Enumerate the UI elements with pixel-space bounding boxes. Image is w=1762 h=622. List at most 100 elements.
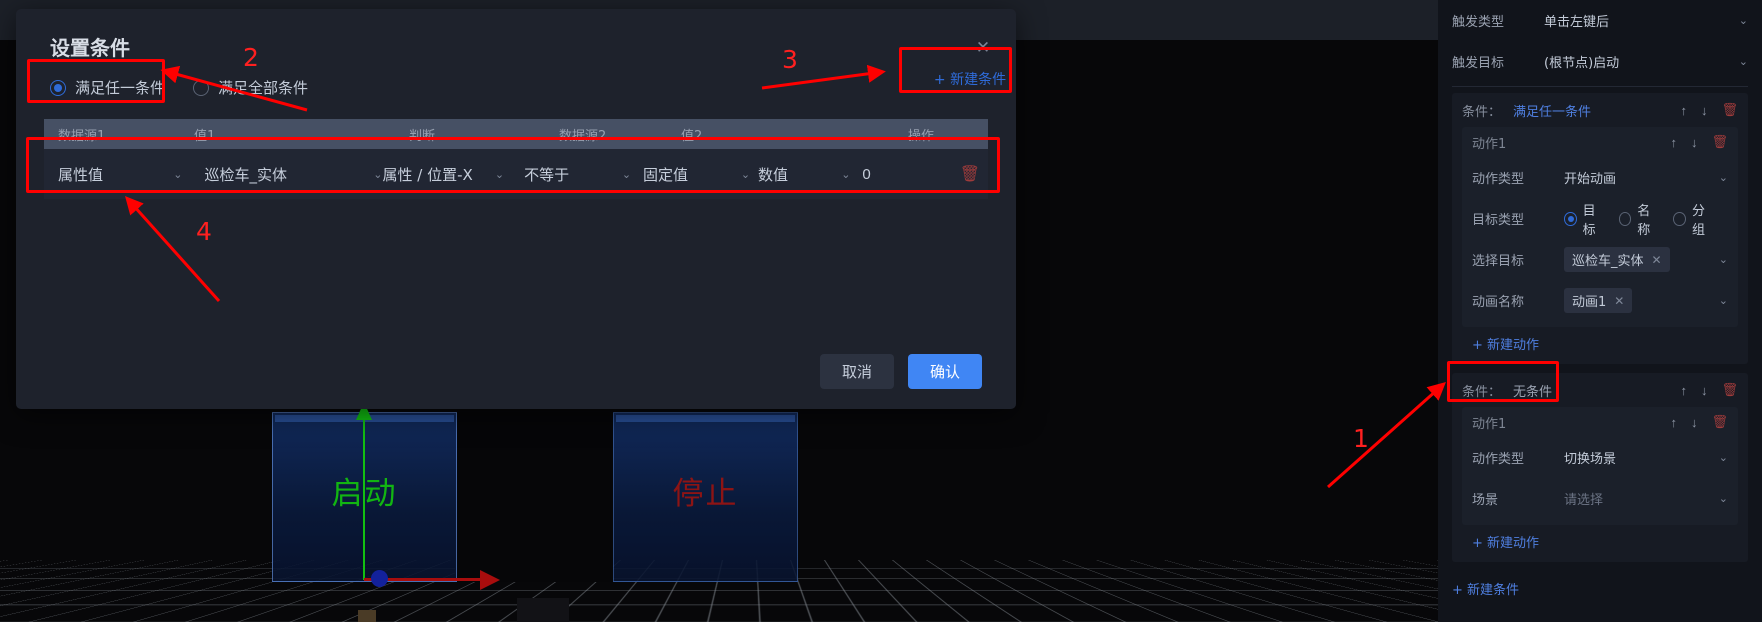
select-target-row: 选择目标 巡检车_实体 ✕ ⌄ (1472, 239, 1728, 280)
target-type-label: 目标类型 (1472, 213, 1525, 228)
action-header: 动作1 ↑ ↓ 🗑 (1472, 407, 1728, 437)
condition-value[interactable]: 满足任一条件 (1513, 101, 1591, 120)
confirm-button[interactable]: 确认 (907, 354, 982, 389)
select-source2[interactable]: 固定值 ⌄ (643, 164, 750, 185)
chevron-down-icon[interactable]: ⌄ (1719, 253, 1728, 266)
condition-header: 条件： 满足任一条件 ↑ ↓ 🗑 (1462, 93, 1738, 127)
select-value2-type-value: 数值 (758, 165, 789, 184)
column-header-source2: 数据源2 (559, 128, 607, 144)
close-icon[interactable]: ✕ (1652, 253, 1662, 267)
arrow-up-icon[interactable]: ↑ (1670, 135, 1677, 150)
set-condition-dialog: 设置条件 ✕ 满足任一条件 满足全部条件 + 新建条件 数据源1 值1 判断 数… (16, 9, 1016, 409)
animation-name-label: 动画名称 (1472, 295, 1525, 310)
arrow-up-icon[interactable]: ↑ (1680, 103, 1687, 118)
trash-icon[interactable]: 🗑 (1711, 134, 1728, 150)
action-title: 动作1 (1472, 136, 1507, 152)
add-action-button[interactable]: + 新建动作 (1462, 327, 1738, 360)
column-header-judge: 判断 (409, 128, 436, 144)
radio-name[interactable]: 名称 (1618, 200, 1661, 238)
select-judge-value: 不等于 (524, 165, 570, 184)
chevron-down-icon: ⌄ (173, 167, 183, 181)
arrow-up-icon[interactable]: ↑ (1670, 415, 1677, 430)
trigger-type-label: 触发类型 (1452, 15, 1505, 30)
radio-match-all-label: 满足全部条件 (218, 79, 309, 97)
cancel-button[interactable]: 取消 (819, 354, 894, 389)
target-tag-text: 巡检车_实体 (1572, 254, 1644, 269)
chevron-down-icon[interactable]: ⌄ (1719, 451, 1728, 464)
action-title: 动作1 (1472, 416, 1507, 432)
trigger-properties-panel: 触发类型 单击左键后 ⌄ 触发目标 (根节点)启动 ⌄ 条件： 满足任一条件 ↑… (1438, 0, 1762, 622)
app-root: 启动 停止 设置条件 ✕ 满足任一条件 满足全部条件 + 新建条件 数据源1 (0, 0, 1762, 622)
chevron-down-icon: ⌄ (740, 167, 751, 181)
action-type-value[interactable]: 切换场景 (1564, 448, 1719, 467)
condition-card-2: 条件： 无条件 ↑ ↓ 🗑 动作1 ↑ ↓ 🗑 动作类型 切换场景 ⌄ 场景 请… (1452, 373, 1748, 562)
scene-label: 场景 (1472, 493, 1499, 508)
scene-dark-wall (455, 412, 613, 582)
gizmo-origin-handle[interactable] (371, 570, 388, 587)
radio-dot-icon (1564, 211, 1577, 226)
dialog-title: 设置条件 (50, 36, 130, 60)
select-source1-value: 属性值 (58, 165, 104, 184)
new-condition-button[interactable]: + 新建条件 (922, 61, 1018, 97)
radio-target[interactable]: 目标 (1564, 200, 1606, 238)
select-attribute[interactable]: 属性 / 位置-X ⌄ (382, 164, 504, 185)
arrow-down-icon[interactable]: ↓ (1691, 415, 1698, 430)
scene-value[interactable]: 请选择 (1564, 489, 1719, 508)
select-target-label: 选择目标 (1472, 254, 1525, 269)
radio-group[interactable]: 分组 (1673, 200, 1715, 238)
action-card: 动作1 ↑ ↓ 🗑 动作类型 切换场景 ⌄ 场景 请选择 ⌄ (1462, 407, 1738, 525)
radio-match-all[interactable]: 满足全部条件 (193, 77, 308, 98)
action-type-row: 动作类型 开始动画 ⌄ (1472, 157, 1728, 198)
chevron-down-icon[interactable]: ⌄ (1719, 294, 1728, 307)
action-type-row: 动作类型 切换场景 ⌄ (1472, 437, 1728, 478)
add-action-button[interactable]: + 新建动作 (1462, 525, 1738, 558)
chevron-down-icon[interactable]: ⌄ (1719, 492, 1728, 505)
trigger-target-label: 触发目标 (1452, 56, 1505, 71)
arrow-down-icon[interactable]: ↓ (1701, 103, 1708, 118)
arrow-up-icon[interactable]: ↑ (1680, 383, 1687, 398)
condition-card-1: 条件： 满足任一条件 ↑ ↓ 🗑 动作1 ↑ ↓ 🗑 动作类型 开始动画 ⌄ 目… (1452, 93, 1748, 364)
select-judge[interactable]: 不等于 ⌄ (524, 164, 631, 185)
chevron-down-icon[interactable]: ⌄ (1739, 55, 1748, 68)
trash-icon[interactable]: 🗑 (1721, 382, 1738, 398)
gizmo-y-axis[interactable] (356, 402, 372, 580)
target-tag[interactable]: 巡检车_实体 ✕ (1564, 247, 1670, 272)
animation-tag[interactable]: 动画1 ✕ (1564, 288, 1633, 313)
arrow-down-icon[interactable]: ↓ (1701, 383, 1708, 398)
close-icon[interactable]: ✕ (972, 37, 994, 59)
trash-icon[interactable]: 🗑 (1721, 102, 1738, 118)
select-value1-value: 巡检车_实体 (204, 165, 288, 184)
scene-crate-small (358, 610, 376, 622)
add-condition-button[interactable]: + 新建条件 (1452, 571, 1748, 598)
chevron-down-icon: ⌄ (494, 167, 505, 181)
trigger-target-value[interactable]: (根节点)启动 (1544, 52, 1739, 71)
trigger-type-value[interactable]: 单击左键后 (1544, 11, 1739, 30)
condition-label: 条件： (1462, 384, 1502, 400)
animation-name-row: 动画名称 动画1 ✕ ⌄ (1472, 280, 1728, 321)
trigger-type-row: 触发类型 单击左键后 ⌄ (1452, 0, 1748, 41)
scene-stop-label: 停止 (672, 476, 739, 512)
arrow-down-icon[interactable]: ↓ (1691, 135, 1698, 150)
chevron-down-icon[interactable]: ⌄ (1719, 171, 1728, 184)
chevron-down-icon[interactable]: ⌄ (1739, 14, 1748, 27)
condition-header: 条件： 无条件 ↑ ↓ 🗑 (1462, 373, 1738, 407)
column-header-value1: 值1 (194, 128, 216, 144)
select-value1[interactable]: 巡检车_实体 ⌄ (205, 164, 383, 185)
panel-divider (1452, 86, 1748, 87)
action-type-value[interactable]: 开始动画 (1564, 168, 1719, 187)
select-source1[interactable]: 属性值 ⌄ (58, 164, 183, 185)
chevron-down-icon: ⌄ (841, 167, 851, 181)
condition-value[interactable]: 无条件 (1513, 381, 1552, 400)
trash-icon[interactable]: 🗑 (1711, 414, 1728, 430)
value2-input[interactable]: 0 (862, 166, 959, 183)
radio-dot-icon (1618, 211, 1632, 226)
select-value2-type[interactable]: 数值 ⌄ (758, 164, 850, 185)
radio-match-any[interactable]: 满足任一条件 (50, 77, 165, 98)
chevron-down-icon: ⌄ (373, 167, 383, 181)
scene-row: 场景 请选择 ⌄ (1472, 478, 1728, 519)
trash-icon[interactable]: 🗑 (960, 166, 980, 183)
scene-stop-panel[interactable]: 停止 (613, 412, 798, 582)
radio-group-label: 分组 (1691, 203, 1705, 238)
close-icon[interactable]: ✕ (1614, 294, 1624, 308)
radio-match-any-label: 满足任一条件 (75, 79, 166, 97)
